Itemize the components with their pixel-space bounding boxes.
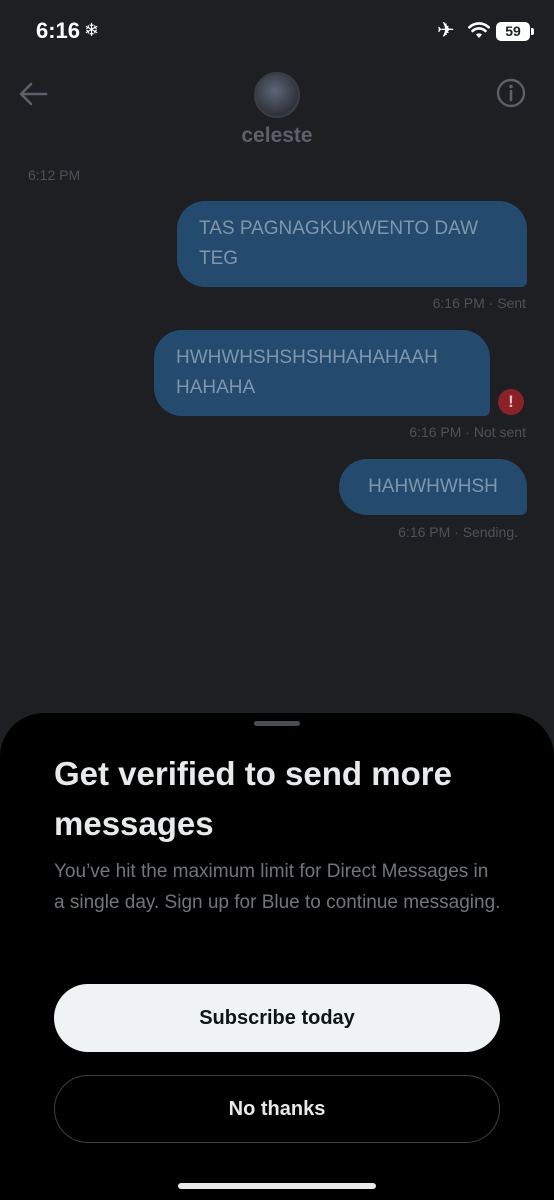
sheet-grabber[interactable] bbox=[254, 721, 300, 726]
no-thanks-button[interactable]: No thanks bbox=[54, 1075, 500, 1143]
sheet-title: Get verified to send more messages bbox=[54, 755, 452, 842]
error-icon[interactable]: ! bbox=[498, 389, 524, 415]
message-time: 6:16 PM bbox=[398, 524, 451, 540]
wifi-icon bbox=[468, 22, 490, 38]
status-bar: 6:16 ❄ ✈ 59 bbox=[0, 0, 554, 62]
message-bubble[interactable]: TAS PAGNAGKUKWENTO DAW TEG bbox=[177, 201, 527, 287]
battery-icon: 59 bbox=[496, 22, 530, 41]
home-indicator bbox=[178, 1183, 376, 1189]
message-status: · Not sent bbox=[465, 424, 526, 440]
subscribe-button[interactable]: Subscribe today bbox=[54, 984, 500, 1052]
message-status: · Sent bbox=[488, 295, 526, 311]
avatar[interactable] bbox=[254, 72, 300, 118]
conversation-header: celeste bbox=[0, 62, 554, 162]
back-arrow-icon[interactable] bbox=[16, 80, 50, 108]
earlier-timestamp: 6:12 PM bbox=[28, 167, 81, 183]
message-text: TAS PAGNAGKUKWENTO DAW TEG bbox=[199, 218, 479, 269]
message-time: 6:16 PM bbox=[432, 295, 485, 311]
message-text: HWHWHSHSHSHHAHAHAAH HAHAHA bbox=[176, 347, 438, 398]
airplane-icon: ✈ bbox=[437, 19, 455, 42]
info-icon[interactable] bbox=[494, 76, 528, 110]
message-meta: 6:16 PM · Not sent bbox=[409, 424, 526, 440]
contact-name[interactable]: celeste bbox=[0, 124, 554, 148]
message-time: 6:16 PM bbox=[409, 424, 462, 440]
verification-bottom-sheet: Get verified to send more messages You’v… bbox=[0, 713, 554, 1200]
message-bubble[interactable]: HAHWHWHSH bbox=[339, 459, 527, 515]
message-bubble[interactable]: HWHWHSHSHSHHAHAHAAH HAHAHA bbox=[154, 330, 490, 416]
battery-level: 59 bbox=[505, 23, 521, 39]
battery-cap bbox=[531, 28, 534, 35]
message-status: · Sending. bbox=[454, 524, 518, 540]
message-text: HAHWHWHSH bbox=[368, 476, 498, 497]
message-meta: 6:16 PM · Sending. bbox=[398, 524, 518, 540]
message-meta: 6:16 PM · Sent bbox=[433, 295, 526, 311]
snowflake-icon: ❄ bbox=[84, 20, 100, 40]
sheet-description: You’ve hit the maximum limit for Direct … bbox=[54, 861, 501, 913]
status-time: 6:16 bbox=[36, 18, 81, 43]
